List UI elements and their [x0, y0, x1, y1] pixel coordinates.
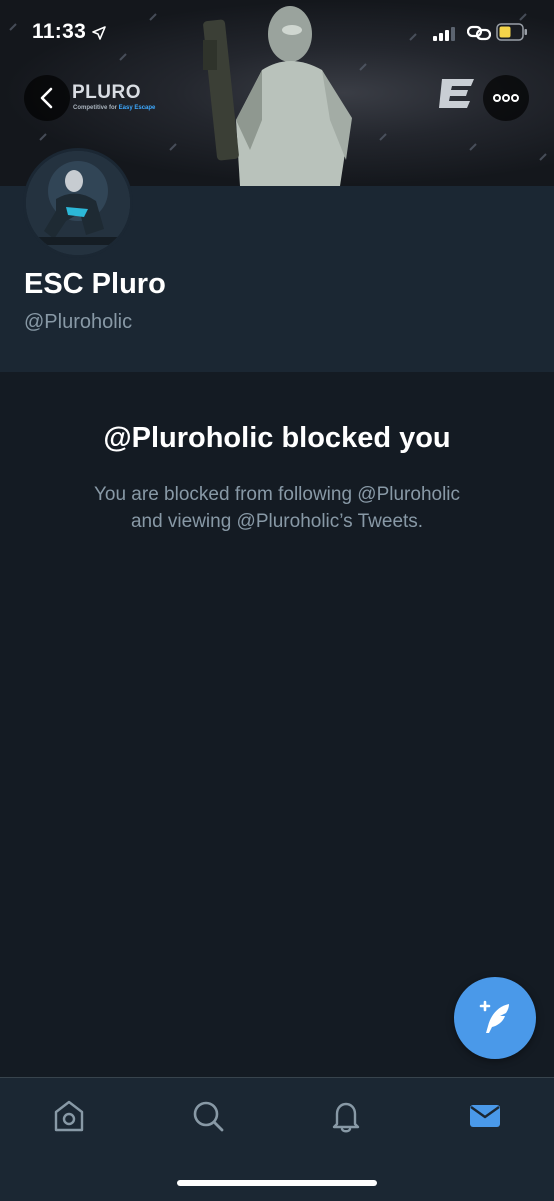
- avatar-image: [26, 151, 130, 255]
- blocked-message-line-2: and viewing @Pluroholic’s Tweets.: [130, 511, 424, 532]
- esc-logo-icon: [439, 79, 474, 108]
- battery-icon: [496, 23, 527, 41]
- tab-messages[interactable]: [465, 1096, 505, 1136]
- avatar[interactable]: [23, 148, 133, 258]
- status-bar: 11:33: [0, 0, 554, 64]
- blocked-message: You are blocked from following @Plurohol…: [40, 481, 514, 535]
- banner-brand-title: PLURO: [72, 82, 141, 103]
- tab-notifications[interactable]: [326, 1096, 366, 1136]
- banner-brand-subtitle-prefix: Competitive for: [73, 105, 119, 111]
- blocked-title: @Pluroholic blocked you: [103, 422, 451, 454]
- tab-search[interactable]: [188, 1096, 228, 1136]
- search-icon: [193, 1101, 224, 1132]
- back-button[interactable]: [24, 75, 70, 121]
- personal-hotspot-icon: [467, 25, 491, 41]
- banner-brand-subtitle-accent: Easy Escape: [118, 105, 156, 111]
- compose-feather-plus-icon: [479, 1000, 509, 1033]
- blocked-message-line-1: You are blocked from following @Plurohol…: [93, 484, 461, 505]
- cellular-signal-icon: [433, 27, 455, 41]
- home-indicator[interactable]: [177, 1180, 377, 1186]
- location-arrow-icon: [92, 26, 106, 40]
- profile-handle: @Pluroholic: [24, 311, 133, 333]
- more-options-button[interactable]: [483, 75, 529, 121]
- chevron-left-icon: [40, 87, 53, 109]
- compose-tweet-button[interactable]: [454, 977, 536, 1059]
- tab-home[interactable]: [49, 1096, 89, 1136]
- status-time: 11:33: [32, 20, 87, 43]
- home-icon: [54, 1100, 84, 1132]
- banner-brand-subtitle: Competitive for Easy Escape: [73, 105, 155, 111]
- more-dots-icon: [493, 94, 519, 102]
- bell-icon: [332, 1102, 360, 1133]
- mail-icon: [470, 1105, 500, 1127]
- profile-display-name: ESC Pluro: [24, 268, 166, 300]
